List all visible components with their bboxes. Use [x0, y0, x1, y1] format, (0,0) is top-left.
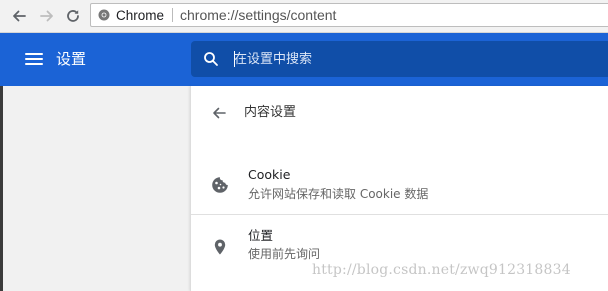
hamburger-menu-icon[interactable]: [25, 51, 43, 67]
window-edge: [0, 86, 3, 291]
cookie-icon: [212, 177, 228, 193]
settings-search-box[interactable]: [191, 41, 608, 77]
setting-title: 位置: [248, 228, 274, 243]
back-arrow-icon: [13, 10, 26, 22]
setting-subtitle: 使用前先询问: [248, 247, 321, 261]
forward-button[interactable]: [36, 5, 58, 27]
setting-row-cookie[interactable]: Cookie 允许网站保存和读取 Cookie 数据: [191, 154, 608, 214]
setting-title: Cookie: [248, 167, 291, 182]
address-bar[interactable]: Chrome chrome://settings/content: [90, 3, 608, 27]
row-divider: [191, 214, 608, 215]
content-settings-card: 内容设置 Cookie 允许网站保存和读取 Cookie 数据 位置 使用前先询…: [190, 86, 608, 291]
url-text[interactable]: chrome://settings/content: [180, 7, 336, 23]
setting-subtitle: 允许网站保存和读取 Cookie 数据: [248, 187, 429, 201]
browser-toolbar: Chrome chrome://settings/content: [0, 0, 608, 33]
card-header: 内容设置: [191, 86, 608, 140]
back-arrow-icon[interactable]: [211, 105, 227, 121]
search-input[interactable]: [234, 41, 594, 77]
left-sidebar: [0, 86, 190, 291]
section-title: 内容设置: [244, 105, 297, 120]
reload-icon: [67, 10, 79, 22]
location-pin-icon: [214, 239, 226, 255]
settings-header: 设置: [0, 33, 608, 86]
forward-arrow-icon: [40, 10, 53, 22]
watermark: http://blog.csdn.net/zwq912318834: [312, 262, 571, 278]
reload-button[interactable]: [62, 5, 84, 27]
back-button[interactable]: [8, 5, 30, 27]
chrome-chip-label: Chrome: [116, 7, 165, 23]
page-title: 设置: [56, 50, 87, 68]
address-separator: [172, 8, 174, 22]
chrome-chip[interactable]: Chrome: [91, 4, 164, 26]
chrome-icon: [98, 9, 110, 21]
search-icon: [204, 52, 218, 66]
